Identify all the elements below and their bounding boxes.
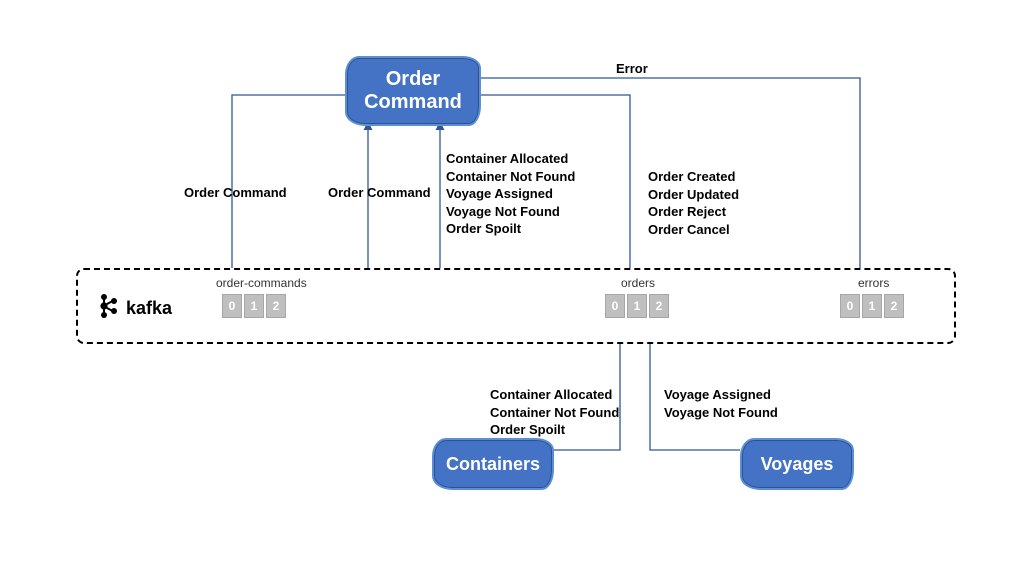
partition: 2 (266, 294, 286, 318)
node-voyages: Voyages (740, 438, 854, 490)
kafka-logo: kafka (96, 292, 172, 325)
partition: 0 (222, 294, 242, 318)
topic-partitions-orders: 0 1 2 (605, 294, 669, 318)
topic-partitions-order-commands: 0 1 2 (222, 294, 286, 318)
topic-label-orders: orders (621, 276, 655, 290)
partition: 1 (862, 294, 882, 318)
kafka-glyph-icon (96, 292, 120, 325)
ann-ordercmd-to-orders: Order Created Order Updated Order Reject… (648, 168, 739, 238)
partition: 1 (244, 294, 264, 318)
node-order-command: Order Command (345, 56, 481, 126)
ann-ordercommands-to-ordercmd: Order Command (328, 184, 431, 202)
ann-ordercmd-to-errors: Error (616, 60, 648, 78)
ann-containers-to-orders: Container Allocated Container Not Found … (490, 386, 619, 439)
ann-ordercmd-to-ordercommands: Order Command (184, 184, 287, 202)
ann-orders-to-ordercmd: Container Allocated Container Not Found … (446, 150, 575, 238)
kafka-label: kafka (126, 298, 172, 319)
topic-label-errors: errors (858, 276, 889, 290)
partition: 0 (605, 294, 625, 318)
node-containers: Containers (432, 438, 554, 490)
kafka-container (76, 268, 956, 344)
ann-voyages-to-orders: Voyage Assigned Voyage Not Found (664, 386, 778, 421)
partition: 1 (627, 294, 647, 318)
partition: 2 (884, 294, 904, 318)
partition: 2 (649, 294, 669, 318)
topic-partitions-errors: 0 1 2 (840, 294, 904, 318)
partition: 0 (840, 294, 860, 318)
topic-label-order-commands: order-commands (216, 276, 307, 290)
